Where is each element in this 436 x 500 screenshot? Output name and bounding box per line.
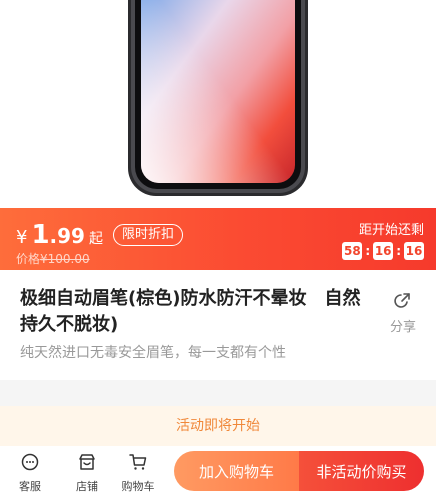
cart-button[interactable]: 购物车 [118, 452, 158, 494]
store-button[interactable]: 店铺 [67, 452, 107, 494]
promo-price-bar: ¥ 1 .99 起 限时折扣 价格¥100.00 距开始还剩 58 : 16 :… [0, 208, 436, 270]
add-to-cart-button[interactable]: 加入购物车 [174, 451, 299, 491]
chat-icon [20, 453, 40, 476]
currency-symbol: ¥ [16, 227, 28, 248]
original-price-label: 价格 [16, 252, 41, 266]
share-button[interactable]: 分享 [386, 290, 420, 335]
countdown-seconds: 16 [404, 242, 424, 260]
product-info: 极细自动眉笔(棕色)防水防汗不晕妆 自然持久不脱妆) 分享 纯天然进口无毒安全眉… [0, 270, 436, 380]
customer-service-button[interactable]: 客服 [10, 452, 50, 494]
price-decimal: .99 [49, 224, 85, 248]
phone-illustration [128, 0, 308, 196]
price-integer: 1 [31, 220, 50, 250]
countdown-title: 距开始还剩 [358, 223, 424, 238]
bottom-action-bar: 客服 店铺 购物车 加入购物车 非活动价购买 [0, 446, 436, 500]
discount-badge: 限时折扣 [112, 224, 183, 246]
original-price: 价格¥100.00 [16, 250, 90, 267]
section-divider [0, 380, 436, 406]
countdown-hours: 58 [342, 242, 363, 260]
store-icon [77, 454, 97, 476]
countdown-minutes: 16 [373, 242, 394, 260]
countdown-separator: : [396, 244, 401, 258]
price-row: ¥ 1 .99 起 限时折扣 [16, 220, 183, 250]
cart-label: 购物车 [121, 480, 155, 493]
buy-now-button[interactable]: 非活动价购买 [299, 451, 424, 491]
share-label: 分享 [389, 320, 416, 335]
customer-service-label: 客服 [19, 480, 41, 493]
share-icon [393, 293, 413, 314]
product-image[interactable] [0, 0, 436, 208]
countdown-timer: 58 : 16 : 16 [342, 242, 424, 260]
original-price-value: ¥100.00 [40, 252, 90, 266]
cart-icon [128, 454, 148, 476]
store-label: 店铺 [76, 480, 98, 493]
price-suffix: 起 [88, 231, 103, 247]
activity-notice: 活动即将开始 [0, 406, 436, 446]
purchase-buttons: 加入购物车 非活动价购买 [174, 451, 424, 491]
product-subtitle: 纯天然进口无毒安全眉笔，每一支都有个性 [20, 345, 286, 361]
countdown-separator: : [365, 244, 371, 258]
product-title: 极细自动眉笔(棕色)防水防汗不晕妆 自然持久不脱妆) [20, 288, 361, 335]
